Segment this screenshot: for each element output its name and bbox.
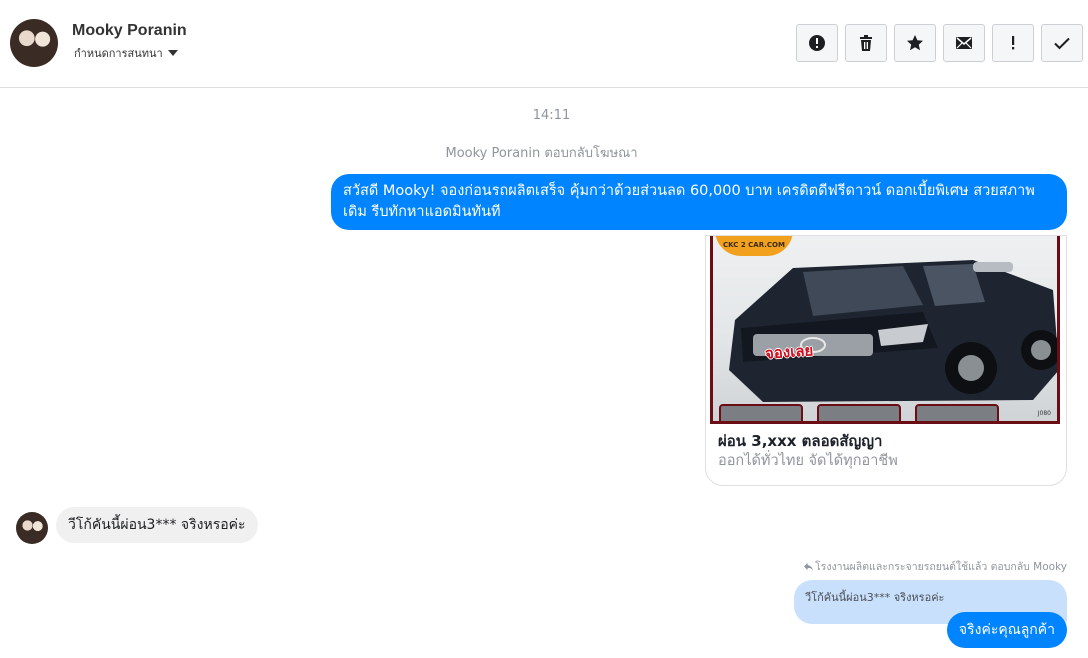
ad-thumbnail xyxy=(719,404,803,421)
manage-conversation-label: กำหนดการสนทนา xyxy=(74,47,163,60)
delete-button[interactable] xyxy=(845,24,887,62)
ad-subtitle: ออกได้ทั่วไทย จัดได้ทุกอาชีพ xyxy=(718,453,898,469)
ad-image-stamp: จองเลย xyxy=(764,341,814,363)
ad-image-thumbnails xyxy=(719,404,999,421)
reply-context-label: โรงงานผลิตและกระจายรถยนต์ใช้แล้ว ตอบกลับ… xyxy=(815,561,1067,573)
conversation-header: Mooky Poranin กำหนดการสนทนา xyxy=(0,0,1088,88)
contact-avatar-small[interactable] xyxy=(16,512,48,544)
alert-circle-icon xyxy=(809,35,825,51)
ad-image-truck: CKC 2 CAR.COM จองเลย J080 xyxy=(710,236,1060,424)
mark-unread-button[interactable] xyxy=(943,24,985,62)
contact-avatar[interactable] xyxy=(10,19,58,67)
message-timestamp: 14:11 xyxy=(532,108,571,123)
ad-thumbnail xyxy=(915,404,999,421)
trash-icon xyxy=(860,35,872,51)
caret-down-icon xyxy=(167,50,178,56)
priority-button[interactable] xyxy=(992,24,1034,62)
reply-arrow-icon xyxy=(804,562,814,571)
star-icon xyxy=(907,35,923,51)
conversation-toolbar xyxy=(796,24,1083,62)
contact-name[interactable]: Mooky Poranin xyxy=(72,22,187,40)
ad-card[interactable]: CKC 2 CAR.COM จองเลย J080 ผ่อน 3,xxx ตลอ… xyxy=(705,235,1067,486)
reply-context: โรงงานผลิตและกระจายรถยนต์ใช้แล้ว ตอบกลับ… xyxy=(804,558,1067,575)
reply-message-bubble[interactable]: จริงค่ะคุณลูกค้า xyxy=(946,612,1067,648)
manage-conversation-dropdown[interactable]: กำหนดการสนทนา xyxy=(74,44,178,62)
spam-button[interactable] xyxy=(796,24,838,62)
envelope-icon xyxy=(956,37,972,49)
ad-reply-note: Mooky Poranin ตอบกลับโฆษณา xyxy=(445,146,638,161)
incoming-message-bubble[interactable]: วีโก้คันนี้ผ่อน3*** จริงหรอค่ะ xyxy=(56,507,258,543)
mark-done-button[interactable] xyxy=(1041,24,1083,62)
star-button[interactable] xyxy=(894,24,936,62)
exclamation-icon xyxy=(1012,36,1015,50)
pickup-truck-image xyxy=(729,260,1057,402)
ad-image-watermark: J080 xyxy=(1037,410,1051,417)
outgoing-message-bubble[interactable]: สวัสดี Mooky! จองก่อนรถผลิตเสร็จ คุ้มกว่… xyxy=(331,174,1067,230)
ad-thumbnail xyxy=(817,404,901,421)
checkmark-icon xyxy=(1054,37,1070,50)
